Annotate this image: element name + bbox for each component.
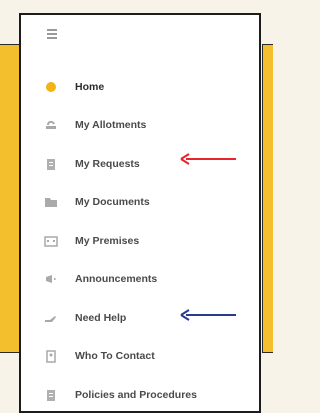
red-arrow-annotation — [180, 153, 236, 165]
folder-icon — [44, 195, 58, 209]
menu-item-my-premises[interactable]: My Premises — [21, 229, 263, 253]
hamburger-menu-icon[interactable] — [47, 29, 63, 43]
document-icon — [44, 157, 58, 171]
menu-item-label: Home — [75, 81, 105, 93]
menu-item-who-to-contact[interactable]: Who To Contact — [21, 344, 263, 368]
menu-item-policies-and-procedures[interactable]: Policies and Procedures — [21, 383, 263, 407]
help-hand-icon — [44, 311, 58, 325]
menu-item-my-allotments[interactable]: My Allotments — [21, 113, 263, 137]
menu-item-label: My Premises — [75, 235, 140, 247]
menu-item-announcements[interactable]: Announcements — [21, 267, 263, 291]
menu-item-label: Announcements — [75, 273, 158, 285]
yellow-background-panel-right — [262, 44, 273, 353]
menu-item-label: Need Help — [75, 312, 127, 324]
contact-book-icon — [44, 349, 58, 363]
menu-item-label: My Documents — [75, 196, 150, 208]
menu-item-label: Who To Contact — [75, 350, 155, 362]
menu-item-my-documents[interactable]: My Documents — [21, 190, 263, 214]
navigation-drawer: Home My Allotments My Requests My Docume… — [19, 13, 261, 413]
megaphone-icon — [44, 272, 58, 286]
sun-icon — [44, 80, 58, 94]
seedling-icon — [44, 118, 58, 132]
menu-item-home[interactable]: Home — [21, 75, 263, 99]
blue-arrow-annotation — [180, 309, 236, 321]
policy-doc-icon — [44, 388, 58, 402]
menu-item-label: My Allotments — [75, 119, 147, 131]
building-icon — [44, 234, 58, 248]
menu-item-label: Policies and Procedures — [75, 389, 197, 401]
menu-item-label: My Requests — [75, 158, 140, 170]
